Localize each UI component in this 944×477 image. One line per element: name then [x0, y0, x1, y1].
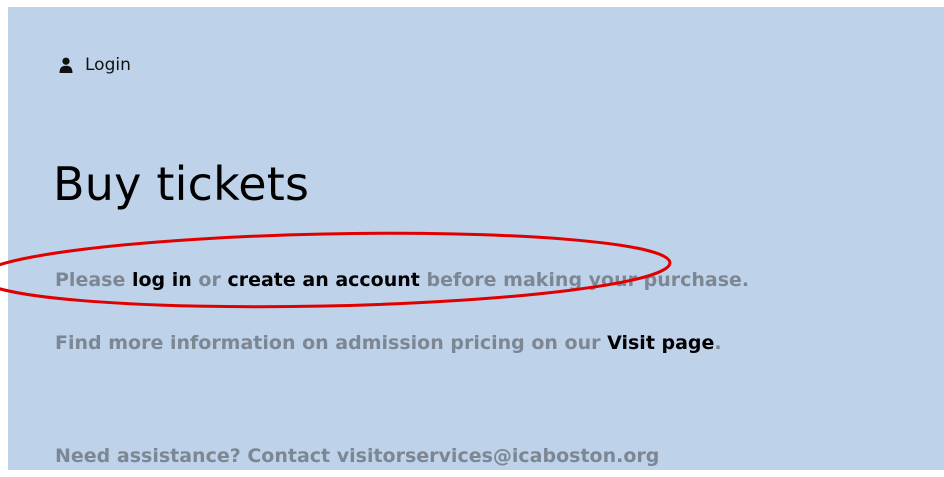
- user-icon: [59, 57, 73, 73]
- page-panel: Login Buy tickets Please log in or creat…: [8, 7, 944, 470]
- login-prompt-or: or: [191, 269, 228, 291]
- pricing-info-prefix: Find more information on admission prici…: [55, 332, 608, 354]
- log-in-link[interactable]: log in: [132, 269, 192, 291]
- login-prompt: Please log in or create an account befor…: [55, 269, 749, 291]
- page-title: Buy tickets: [53, 157, 310, 211]
- create-account-link[interactable]: create an account: [227, 269, 419, 291]
- visit-page-link[interactable]: Visit page: [607, 332, 714, 354]
- login-label[interactable]: Login: [85, 55, 131, 75]
- assistance-text: Need assistance? Contact visitorservices…: [55, 445, 660, 467]
- pricing-info: Find more information on admission prici…: [55, 332, 722, 354]
- login-prompt-prefix: Please: [55, 269, 132, 291]
- login-link[interactable]: Login: [59, 55, 131, 75]
- login-prompt-suffix: before making your purchase.: [419, 269, 750, 291]
- pricing-info-suffix: .: [714, 332, 722, 354]
